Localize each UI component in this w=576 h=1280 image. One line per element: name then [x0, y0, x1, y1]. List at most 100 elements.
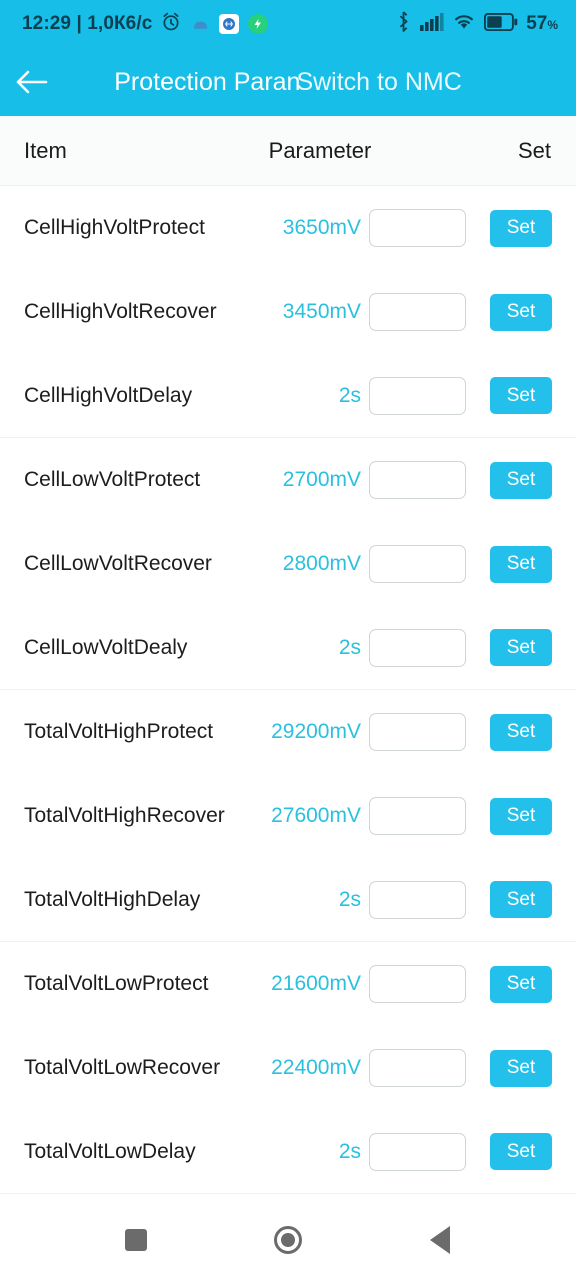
back-arrow-icon: [16, 70, 48, 94]
app-bar: Protection Paran Switch to NMC: [0, 48, 576, 116]
row-value-input[interactable]: [368, 628, 466, 667]
row-input-cell: [361, 376, 473, 415]
set-button[interactable]: Set: [490, 965, 552, 1003]
row-set-cell: Set: [473, 881, 576, 918]
back-button[interactable]: [0, 48, 64, 116]
row-item-label: CellLowVoltProtect: [24, 468, 201, 491]
row-parameter-value: 2s: [338, 887, 361, 911]
switch-to-nmc-label[interactable]: Switch to NMC: [296, 68, 461, 97]
set-button[interactable]: Set: [490, 461, 552, 499]
column-header-set: Set: [517, 137, 551, 163]
app-bar-title: Protection Paran Switch to NMC: [0, 48, 576, 116]
row-value-input[interactable]: [368, 713, 466, 751]
row-input-cell: [361, 965, 473, 1003]
set-button[interactable]: Set: [490, 797, 552, 835]
row-set-cell: Set: [473, 797, 576, 835]
battery-icon: [484, 12, 518, 36]
set-button[interactable]: Set: [490, 293, 552, 331]
wifi-icon: [452, 12, 476, 36]
phone-screen: 12:29 | 1,0К6/c 57% Protection Paran Swi…: [0, 0, 576, 1280]
row-set-cell: Set: [473, 209, 576, 247]
table-row: TotalVoltLowRecover 22400mV Set: [0, 1026, 576, 1110]
table-row: TotalVoltHighDelay 2s Set: [0, 858, 576, 942]
row-parameter-value: 22400mV: [271, 1056, 361, 1079]
row-item-label: TotalVoltHighRecover: [24, 804, 225, 827]
row-set-cell: Set: [473, 965, 576, 1003]
row-value-input[interactable]: [368, 209, 466, 247]
row-item-label: CellHighVoltRecover: [24, 300, 217, 323]
row-value-input[interactable]: [368, 1049, 466, 1087]
row-item-label: CellHighVoltDelay: [24, 383, 193, 407]
row-value-input[interactable]: [368, 293, 466, 331]
set-button[interactable]: Set: [490, 1049, 552, 1087]
android-navigation-bar: [0, 1200, 576, 1280]
row-parameter-value: 27600mV: [271, 804, 361, 827]
row-item-label: CellLowVoltDealy: [24, 635, 188, 659]
set-button[interactable]: Set: [490, 629, 552, 666]
home-button[interactable]: [258, 1210, 318, 1270]
table-row: CellLowVoltProtect 2700mV Set: [0, 438, 576, 522]
row-value-input[interactable]: [368, 376, 466, 415]
table-row: CellLowVoltRecover 2800mV Set: [0, 522, 576, 606]
row-set-cell: Set: [473, 545, 576, 583]
row-value-input[interactable]: [368, 1132, 466, 1171]
set-button[interactable]: Set: [490, 1133, 552, 1170]
set-button[interactable]: Set: [490, 881, 552, 918]
home-circle-icon: [274, 1226, 302, 1254]
row-set-cell: Set: [473, 461, 576, 499]
column-header-parameter: Parameter: [268, 137, 372, 163]
row-input-cell: [361, 293, 473, 331]
row-input-cell: [361, 1132, 473, 1171]
row-parameter-value: 3450mV: [282, 300, 361, 323]
charging-bolt-icon: [248, 14, 269, 34]
table-row: CellLowVoltDealy 2s Set: [0, 606, 576, 690]
row-input-cell: [361, 209, 473, 247]
row-item-label: CellHighVoltProtect: [24, 216, 205, 239]
messenger-notification-icon: [219, 14, 240, 34]
table-row: CellHighVoltRecover 3450mV Set: [0, 270, 576, 354]
row-parameter-value: 3650mV: [282, 216, 361, 239]
row-parameter-value: 29200mV: [271, 720, 361, 743]
row-value-input[interactable]: [368, 797, 466, 835]
row-item-label: TotalVoltHighDelay: [24, 887, 201, 911]
row-parameter-value: 21600mV: [271, 972, 361, 995]
row-parameter-value: 2s: [338, 635, 361, 659]
row-value-input[interactable]: [368, 461, 466, 499]
parameter-list: CellHighVoltProtect 3650mV Set CellHighVolt…: [0, 186, 576, 1194]
table-row: TotalVoltLowProtect 21600mV Set: [0, 942, 576, 1026]
recents-button[interactable]: [106, 1210, 166, 1270]
row-parameter-value: 2700mV: [282, 468, 361, 491]
set-button[interactable]: Set: [490, 713, 552, 751]
row-input-cell: [361, 880, 473, 919]
row-parameter-value: 2s: [338, 383, 361, 407]
table-row: TotalVoltLowDelay 2s Set: [0, 1110, 576, 1194]
cellular-signal-icon: [420, 12, 444, 36]
table-row: CellHighVoltProtect 3650mV Set: [0, 186, 576, 270]
row-value-input[interactable]: [368, 965, 466, 1003]
row-input-cell: [361, 545, 473, 583]
row-item-label: CellLowVoltRecover: [24, 552, 212, 575]
row-item-label: TotalVoltLowProtect: [24, 972, 209, 995]
bluetooth-icon: [395, 11, 412, 37]
row-set-cell: Set: [473, 713, 576, 751]
row-set-cell: Set: [473, 629, 576, 666]
row-input-cell: [361, 628, 473, 667]
row-value-input[interactable]: [368, 545, 466, 583]
set-button[interactable]: Set: [490, 545, 552, 583]
row-input-cell: [361, 1049, 473, 1087]
row-set-cell: Set: [473, 377, 576, 414]
alarm-clock-icon: [161, 12, 181, 37]
table-row: TotalVoltHighRecover 27600mV Set: [0, 774, 576, 858]
row-input-cell: [361, 461, 473, 499]
row-item-label: TotalVoltLowRecover: [24, 1056, 221, 1079]
status-bar-right: 57%: [395, 11, 558, 37]
set-button[interactable]: Set: [490, 209, 552, 247]
recents-square-icon: [125, 1229, 147, 1251]
row-set-cell: Set: [473, 293, 576, 331]
page-title: Protection Paran: [114, 67, 301, 96]
back-triangle-icon: [430, 1226, 450, 1254]
set-button[interactable]: Set: [490, 377, 552, 414]
status-bar-left: 12:29 | 1,0К6/c: [22, 12, 395, 37]
back-nav-button[interactable]: [410, 1210, 470, 1270]
row-value-input[interactable]: [368, 880, 466, 919]
